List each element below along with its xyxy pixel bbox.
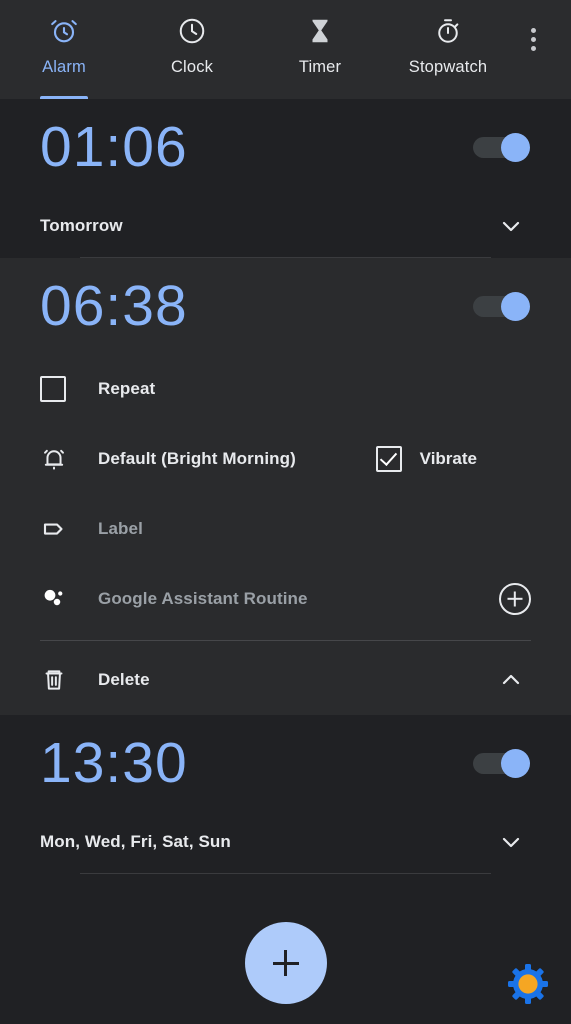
toggle-thumb bbox=[501, 749, 530, 778]
repeat-row[interactable]: Repeat bbox=[40, 354, 531, 424]
stopwatch-icon bbox=[433, 14, 463, 48]
alarm-card-expanded[interactable]: 06:38 Repeat Default (Bright Morning) Vi… bbox=[0, 258, 571, 715]
alarm-days: Mon, Wed, Fri, Sat, Sun bbox=[40, 832, 231, 851]
bottom-bar bbox=[0, 894, 571, 1024]
alarm-time[interactable]: 06:38 bbox=[40, 277, 188, 335]
dot bbox=[530, 36, 536, 42]
alarm-time[interactable]: 13:30 bbox=[40, 734, 188, 792]
gear-icon[interactable] bbox=[504, 960, 552, 1008]
alarm-time[interactable]: 01:06 bbox=[40, 118, 188, 176]
toggle-thumb bbox=[501, 292, 530, 321]
hourglass-icon bbox=[305, 14, 335, 48]
vibrate-group[interactable]: Vibrate bbox=[375, 446, 477, 472]
alarm-summary: Tomorrow bbox=[40, 195, 531, 257]
tab-alarm-label: Alarm bbox=[42, 58, 86, 76]
plus-circle-icon[interactable] bbox=[499, 583, 531, 615]
clock-app-screen: Alarm Clock Timer Stopwatch 01:06 Tomorr… bbox=[0, 0, 571, 1024]
delete-label: Delete bbox=[98, 670, 150, 689]
bell-icon bbox=[40, 445, 80, 473]
alarm-toggle[interactable] bbox=[473, 749, 531, 778]
tab-timer-label: Timer bbox=[298, 58, 342, 76]
alarm-list: 01:06 Tomorrow 06:38 Repeat Default (Bri… bbox=[0, 99, 571, 894]
delete-row[interactable]: Delete bbox=[40, 645, 531, 715]
alarm-card[interactable]: 01:06 Tomorrow bbox=[0, 99, 571, 258]
alarm-card[interactable]: 13:30 Mon, Wed, Fri, Sat, Sun bbox=[0, 715, 571, 874]
alarm-summary: Mon, Wed, Fri, Sat, Sun bbox=[40, 811, 531, 873]
tab-bar: Alarm Clock Timer Stopwatch bbox=[0, 0, 571, 99]
alarm-clock-icon bbox=[49, 14, 79, 48]
tab-stopwatch-label: Stopwatch bbox=[408, 58, 488, 76]
repeat-checkbox-wrap bbox=[40, 376, 80, 402]
vibrate-label: Vibrate bbox=[419, 449, 477, 468]
more-vertical-icon[interactable] bbox=[511, 17, 555, 61]
tab-alarm[interactable]: Alarm bbox=[0, 6, 128, 99]
tag-icon bbox=[40, 514, 80, 544]
tab-stopwatch[interactable]: Stopwatch bbox=[384, 6, 512, 99]
alarm-days: Tomorrow bbox=[40, 216, 123, 235]
dot bbox=[530, 27, 536, 33]
add-alarm-fab[interactable] bbox=[244, 922, 327, 1004]
assistant-routine-row[interactable]: Google Assistant Routine bbox=[40, 564, 531, 634]
clock-icon bbox=[177, 14, 207, 48]
google-assistant-icon bbox=[40, 584, 80, 614]
alarm-label-text: Label bbox=[98, 519, 143, 538]
ringtone-row[interactable]: Default (Bright Morning) Vibrate bbox=[40, 424, 531, 494]
repeat-checkbox[interactable] bbox=[40, 376, 66, 402]
tab-clock-label: Clock bbox=[170, 58, 213, 76]
trash-icon bbox=[40, 666, 80, 694]
divider bbox=[40, 640, 531, 641]
divider bbox=[80, 873, 491, 874]
assistant-routine-label: Google Assistant Routine bbox=[98, 589, 308, 608]
dot bbox=[530, 45, 536, 51]
plus-icon-vertical bbox=[284, 950, 287, 976]
alarm-toggle[interactable] bbox=[473, 133, 531, 162]
alarm-label-row[interactable]: Label bbox=[40, 494, 531, 564]
alarm-header: 06:38 bbox=[40, 258, 531, 354]
vibrate-checkbox[interactable] bbox=[375, 446, 402, 472]
tab-timer[interactable]: Timer bbox=[256, 6, 384, 99]
alarm-header: 01:06 bbox=[40, 99, 531, 195]
toggle-thumb bbox=[501, 133, 530, 162]
repeat-label: Repeat bbox=[98, 379, 156, 398]
ringtone-label: Default (Bright Morning) bbox=[98, 449, 296, 468]
alarm-toggle[interactable] bbox=[473, 292, 531, 321]
alarm-header: 13:30 bbox=[40, 715, 531, 811]
chevron-up-icon[interactable] bbox=[491, 660, 531, 700]
chevron-down-icon[interactable] bbox=[491, 822, 531, 862]
chevron-down-icon[interactable] bbox=[491, 206, 531, 246]
tab-clock[interactable]: Clock bbox=[128, 6, 256, 99]
